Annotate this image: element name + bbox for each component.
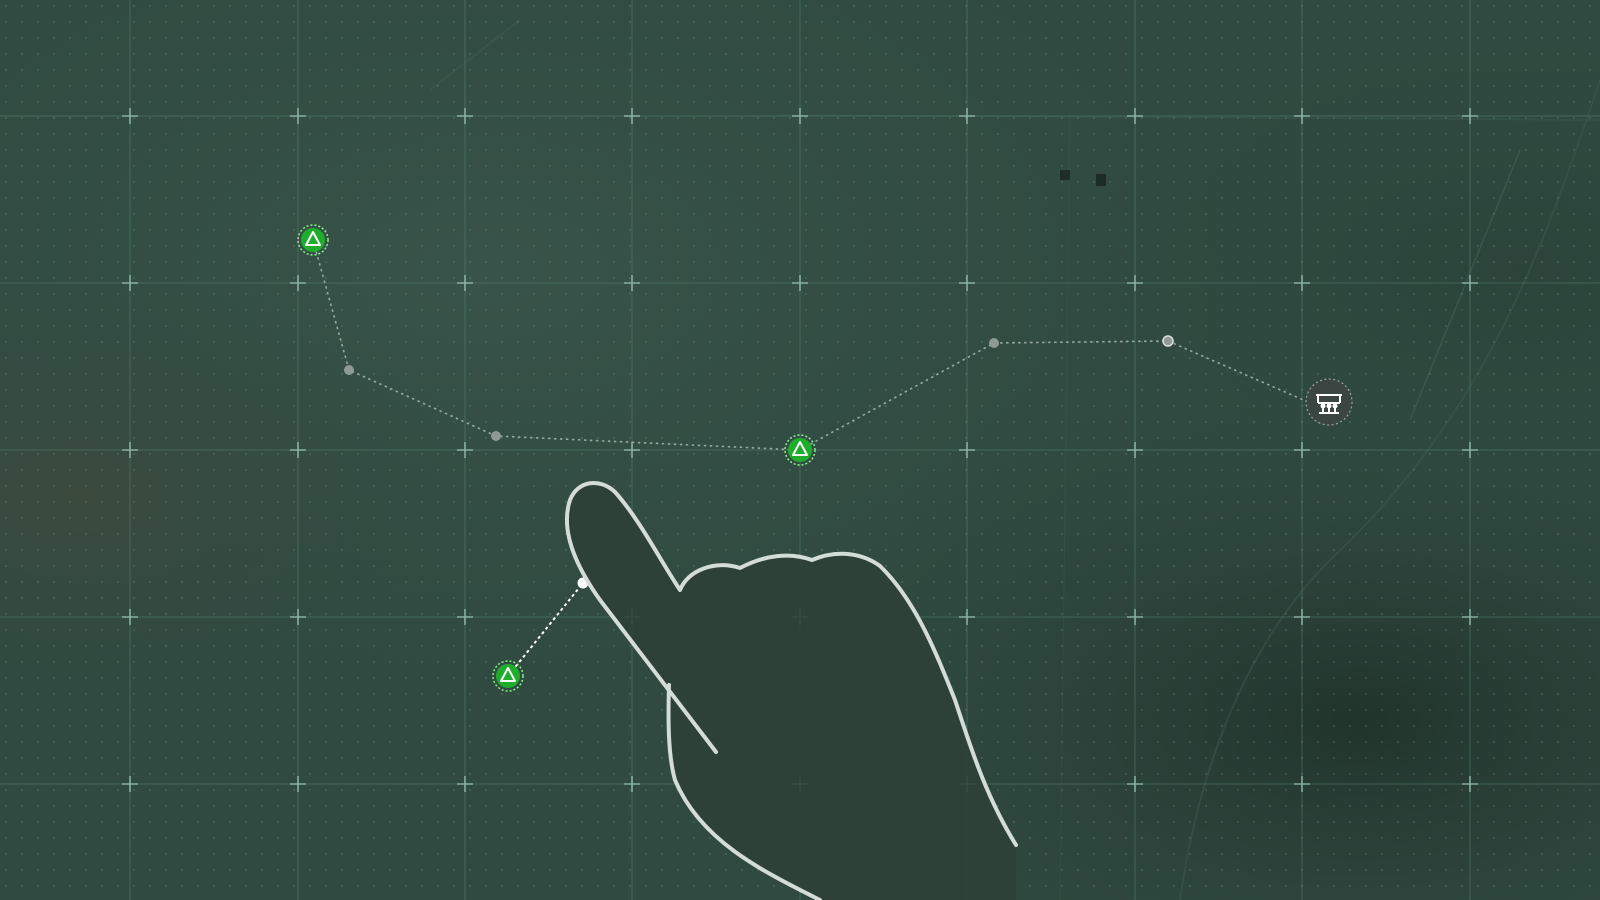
drag-route-line: [507, 582, 584, 677]
map-overlay: [297, 224, 1353, 900]
objective-marker[interactable]: [1305, 378, 1353, 426]
tutorial-hand-pointer: [564, 480, 1018, 900]
route-waypoint-1[interactable]: [344, 365, 354, 375]
tactical-map[interactable]: [0, 0, 1600, 900]
squad-marker-north[interactable]: [297, 224, 329, 256]
squad-marker-center[interactable]: [784, 434, 816, 466]
route-waypoint-3[interactable]: [989, 338, 999, 348]
hand-pointer-icon: [566, 482, 1016, 900]
route-waypoint-2[interactable]: [491, 431, 501, 441]
squad-marker-south[interactable]: [492, 660, 524, 692]
patrol-route-line: [312, 239, 1309, 451]
route-waypoint-4[interactable]: [1162, 335, 1174, 347]
